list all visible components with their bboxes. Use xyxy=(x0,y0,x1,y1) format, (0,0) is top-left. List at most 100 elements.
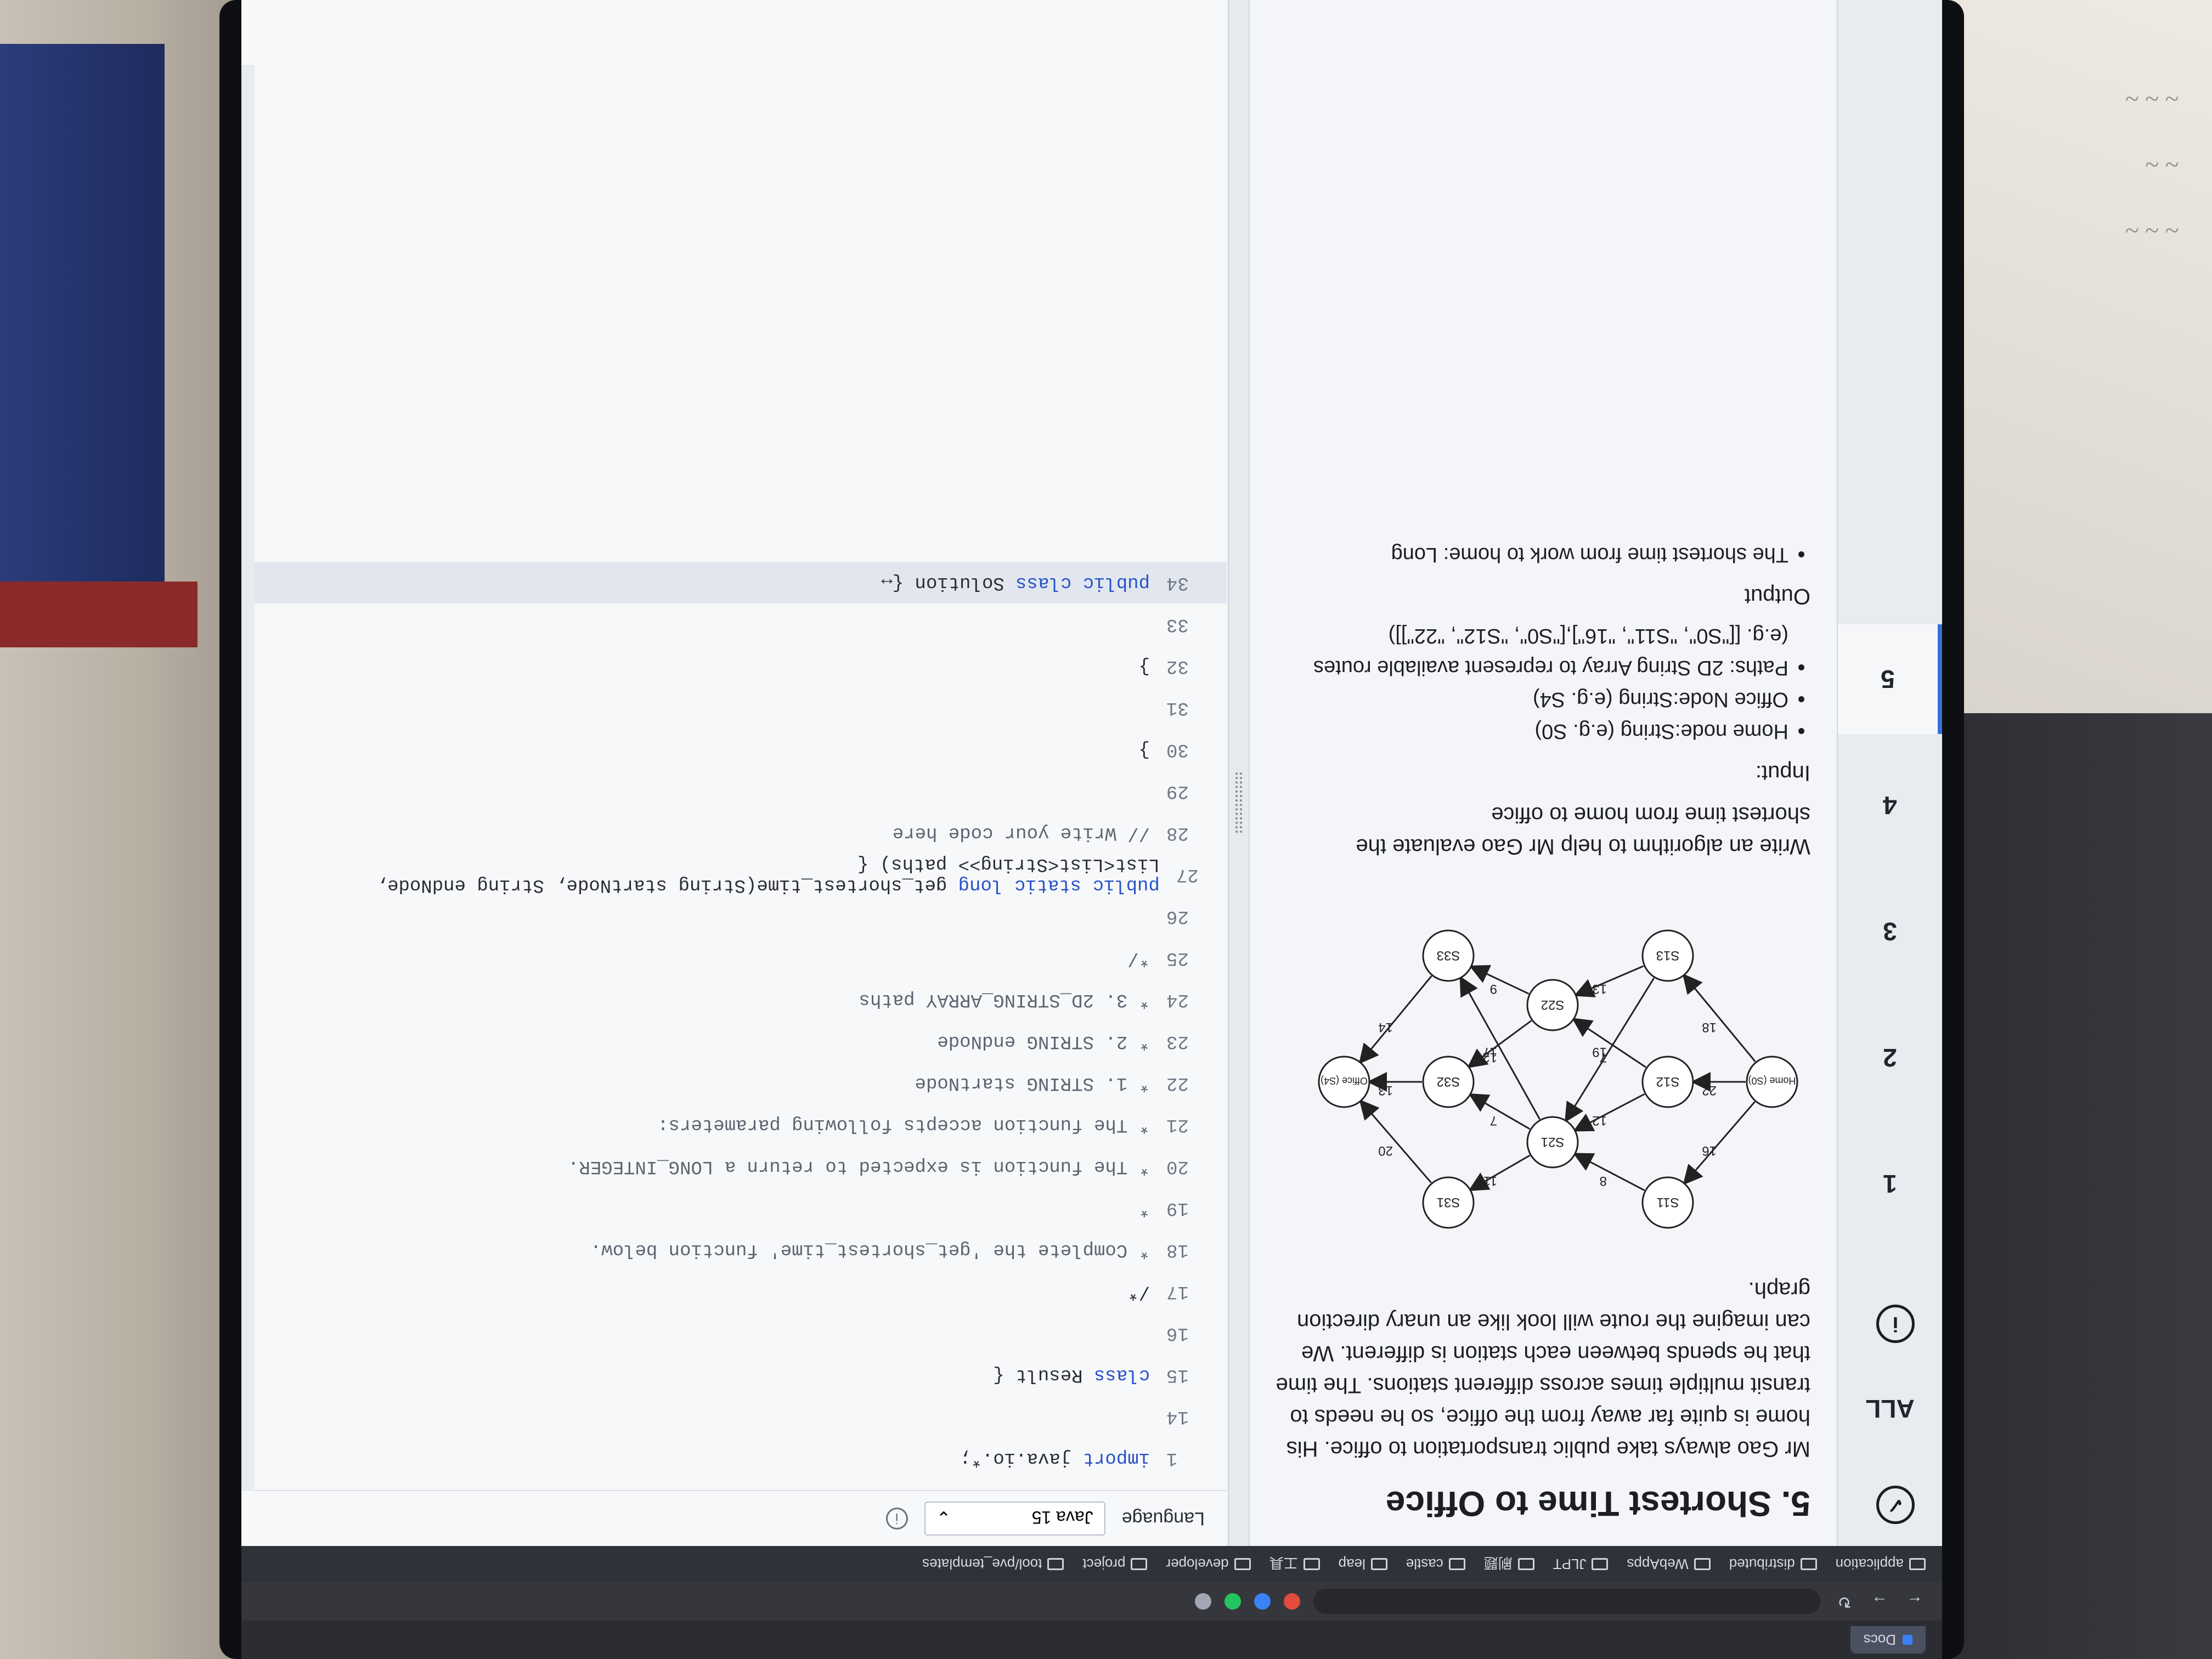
info-icon[interactable]: i xyxy=(885,1508,908,1530)
graph-node-label: S12 xyxy=(1656,1074,1680,1089)
code-text: * 3. 2D_STRING_ARRAY paths xyxy=(859,989,1150,1010)
bookmark-leap[interactable]: leap xyxy=(1339,1556,1387,1573)
paper-handwriting: ~ ~ ~ ~ ~ ~ ~ ~ xyxy=(2125,85,2179,245)
route-graph: 1622188121913117179122013147 Home (S0)S1… xyxy=(1318,929,1798,1229)
editor-toolbar: Language Java 15 ⌄ i xyxy=(241,1490,1227,1546)
bookmark-application[interactable]: application xyxy=(1836,1556,1926,1573)
folder-icon xyxy=(1592,1558,1609,1570)
graph-edge xyxy=(1682,973,1756,1062)
graph-edge xyxy=(1573,1093,1645,1132)
line-number: 1 xyxy=(1166,1448,1178,1469)
extension-icon[interactable] xyxy=(1254,1593,1271,1610)
code-line[interactable]: 33 xyxy=(241,603,1227,645)
graph-edge xyxy=(1466,1020,1532,1069)
code-line[interactable]: 23 * 2. STRING endNode xyxy=(241,1020,1227,1062)
code-line[interactable]: 32} xyxy=(241,645,1227,687)
line-number: 16 xyxy=(1166,1323,1189,1344)
browser-tab[interactable]: Docs xyxy=(1850,1626,1926,1654)
code-area[interactable]: 1 import java.io.*; 14 15 class Result { 16 17… xyxy=(241,562,1227,1490)
bookmark-webapps[interactable]: WebApps xyxy=(1627,1556,1711,1573)
bookmark-project[interactable]: project xyxy=(1082,1556,1148,1573)
graph-node-label: S13 xyxy=(1656,948,1680,963)
panel-divider[interactable] xyxy=(1228,0,1250,1546)
line-number: 15 xyxy=(1166,1364,1189,1385)
line-number: 25 xyxy=(1166,947,1189,968)
code-line[interactable]: 31 xyxy=(241,687,1227,729)
code-editor: Language Java 15 ⌄ i 1 import java.io.*; 1… xyxy=(241,0,1227,1546)
edge-weight-label: 13 xyxy=(1592,981,1607,996)
line-number: 33 xyxy=(1166,614,1189,635)
nav-question-1[interactable]: 1 xyxy=(1838,1129,1942,1239)
code-line[interactable]: 30 } xyxy=(241,729,1227,770)
code-line[interactable]: 21 * The function accepts following para… xyxy=(241,1104,1227,1146)
extension-icon[interactable] xyxy=(1195,1593,1211,1610)
line-number: 24 xyxy=(1166,989,1189,1010)
code-line[interactable]: 22 * 1. STRING startNode xyxy=(241,1062,1227,1104)
folder-icon xyxy=(1131,1558,1148,1570)
bookmark-castle[interactable]: castle xyxy=(1406,1556,1465,1573)
code-text: // Write your code here xyxy=(892,822,1150,843)
bookmark-tools[interactable]: 工具 xyxy=(1269,1554,1320,1575)
bookmark-jlpt[interactable]: JLPT xyxy=(1553,1556,1609,1573)
folder-icon xyxy=(1909,1558,1926,1570)
bookmark-label: 工具 xyxy=(1269,1555,1298,1572)
code-line[interactable]: 28 // Write your code here xyxy=(241,812,1227,854)
line-number: 30 xyxy=(1166,739,1189,760)
folder-icon xyxy=(1800,1558,1817,1570)
edge-weight-label: 7 xyxy=(1600,1050,1607,1065)
line-number: 19 xyxy=(1166,1198,1189,1218)
line-number: 23 xyxy=(1166,1031,1189,1052)
code-line[interactable]: 16 xyxy=(241,1312,1227,1354)
folder-icon xyxy=(1303,1558,1320,1570)
output-list: The shortest time from work to home: Lon… xyxy=(1273,539,1810,571)
bookmark-pve[interactable]: tool/pve_templates xyxy=(922,1556,1064,1573)
code-line[interactable]: 15 class Result { xyxy=(241,1354,1227,1396)
nav-question-3[interactable]: 3 xyxy=(1838,877,1942,986)
bookmark-distributed[interactable]: distributed xyxy=(1729,1556,1817,1573)
nav-question-5[interactable]: 5 xyxy=(1838,624,1942,734)
graph-edge xyxy=(1683,1101,1756,1186)
bookmark-label: JLPT xyxy=(1553,1556,1587,1573)
bookmark-label: distributed xyxy=(1729,1556,1795,1573)
nav-all[interactable]: ALL xyxy=(1838,1354,1942,1464)
code-line[interactable]: 1 import java.io.*; xyxy=(241,1437,1227,1479)
checkmark-icon[interactable]: ✓ xyxy=(1876,1486,1915,1524)
graph-edge xyxy=(1573,1153,1645,1192)
code-text: class Result { xyxy=(993,1364,1150,1385)
language-value: Java 15 xyxy=(1031,1508,1093,1527)
code-line[interactable]: 24 * 3. 2D_STRING_ARRAY paths xyxy=(241,979,1227,1020)
bookmark-practice[interactable]: 刷题 xyxy=(1484,1554,1534,1575)
info-icon[interactable]: i xyxy=(1876,1305,1915,1343)
code-line[interactable]: 25 */ xyxy=(241,937,1227,979)
reload-icon[interactable]: ↻ xyxy=(1833,1590,1855,1612)
language-select[interactable]: Java 15 ⌄ xyxy=(924,1502,1105,1536)
code-line[interactable]: 14 xyxy=(241,1396,1227,1437)
back-arrow-icon[interactable]: ← xyxy=(1904,1590,1926,1612)
extension-icon[interactable] xyxy=(1284,1593,1300,1610)
book-spine-red xyxy=(0,582,198,647)
bookmark-developer[interactable]: developer xyxy=(1166,1556,1251,1573)
graph-edge xyxy=(1571,1018,1646,1068)
code-line[interactable]: 18 * Complete the 'get_shortest_time' fu… xyxy=(241,1229,1227,1271)
forward-arrow-icon[interactable]: → xyxy=(1869,1590,1891,1612)
code-text: * 1. STRING startNode xyxy=(915,1073,1150,1093)
code-line[interactable]: 26 xyxy=(241,895,1227,937)
drag-handle-icon[interactable] xyxy=(1235,772,1242,833)
question-panel: 5. Shortest Time to Office Mr Gao always… xyxy=(1251,0,1832,1546)
line-number: 22 xyxy=(1166,1073,1189,1093)
nav-question-2[interactable]: 2 xyxy=(1838,1003,1942,1113)
editor-scrollbar[interactable] xyxy=(241,65,255,1491)
nav-question-4[interactable]: 4 xyxy=(1838,751,1942,860)
code-line[interactable]: 27 public static long get_shortest_time(… xyxy=(241,854,1227,895)
code-line[interactable]: 20 * The function is expected to return … xyxy=(241,1146,1227,1187)
code-line[interactable]: 17 /* xyxy=(241,1271,1227,1312)
tab-favicon-icon xyxy=(1903,1635,1912,1645)
address-bar[interactable] xyxy=(1313,1589,1820,1614)
code-line[interactable]: 29 xyxy=(241,770,1227,812)
line-number: 28 xyxy=(1166,822,1189,843)
code-line[interactable]: 19 * xyxy=(241,1187,1227,1229)
graph-edge xyxy=(1358,975,1432,1064)
extension-icon[interactable] xyxy=(1224,1593,1241,1610)
code-line[interactable]: 34 public class Solution {↔ xyxy=(241,562,1227,603)
input-label: Input: xyxy=(1755,761,1810,785)
